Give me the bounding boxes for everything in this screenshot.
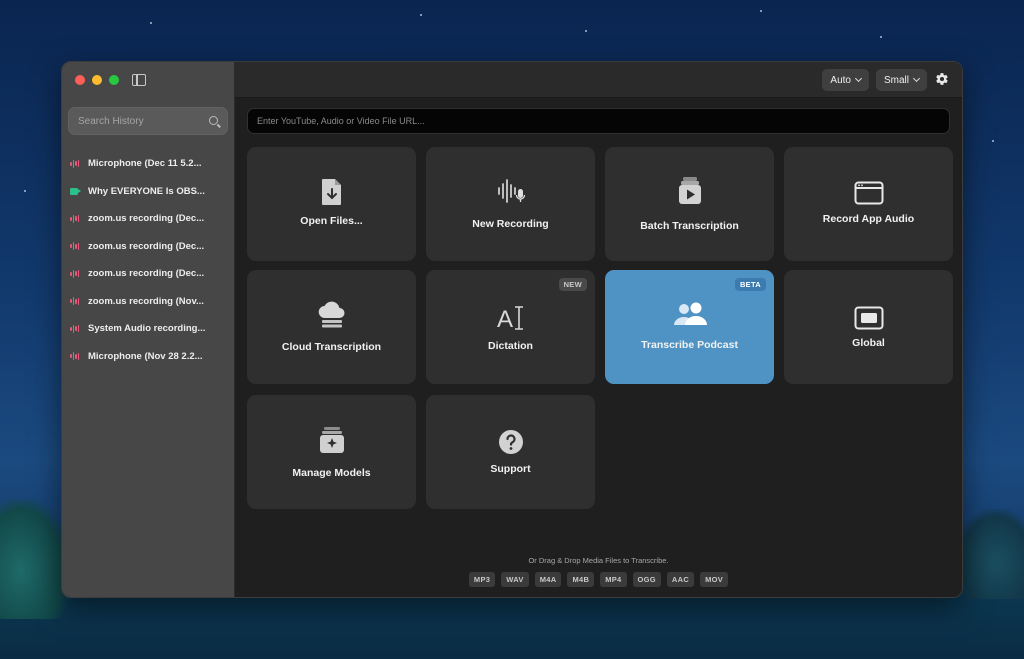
search-history-input[interactable]: [69, 108, 227, 134]
tile-label: Dictation: [488, 340, 533, 352]
supported-formats: MP3 WAV M4A M4B MP4 OGG AAC MOV: [235, 572, 962, 587]
history-item[interactable]: Why EVERYONE Is OBS...: [62, 178, 234, 206]
history-item[interactable]: zoom.us recording (Dec...: [62, 205, 234, 233]
wallpaper-star: [420, 14, 422, 16]
format-badge: AAC: [666, 572, 695, 587]
history-list: Microphone (Dec 11 5.2... Why EVERYONE I…: [62, 150, 234, 370]
wallpaper-star: [880, 36, 882, 38]
sparkle-stack-icon: [319, 427, 344, 453]
tile-label: Manage Models: [292, 467, 371, 479]
history-item-label: zoom.us recording (Dec...: [88, 268, 205, 280]
cloud-server-icon: [318, 301, 344, 328]
history-item-label: zoom.us recording (Dec...: [88, 240, 205, 252]
model-dropdown-value: Small: [883, 74, 909, 86]
text-cursor-icon: A: [497, 306, 523, 331]
waveform-icon: [70, 242, 80, 251]
tile-open-files[interactable]: Open Files...: [247, 147, 416, 261]
format-badge: OGG: [632, 572, 661, 587]
stacked-play-icon: [678, 177, 701, 204]
app-window-icon: [854, 181, 883, 205]
wallpaper-star: [150, 22, 152, 24]
language-dropdown-value: Auto: [830, 74, 851, 86]
format-badge: MP3: [468, 572, 496, 587]
zoom-window-button[interactable]: [109, 75, 119, 85]
history-item[interactable]: zoom.us recording (Dec...: [62, 233, 234, 261]
search-history-field: [68, 107, 228, 135]
wallpaper-island-right: [954, 509, 1024, 599]
waveform-icon: [70, 324, 80, 333]
close-window-button[interactable]: [75, 75, 85, 85]
format-badge: MOV: [700, 572, 729, 587]
history-item-label: Microphone (Nov 28 2.2...: [88, 350, 203, 362]
sidebar: Microphone (Dec 11 5.2... Why EVERYONE I…: [62, 62, 235, 597]
tile-label: New Recording: [472, 218, 549, 230]
waveform-icon: [70, 159, 80, 168]
wallpaper-star: [992, 140, 994, 142]
tile-transcribe-podcast[interactable]: BETA Transcribe Podcast: [605, 270, 774, 384]
model-dropdown[interactable]: Small: [875, 69, 927, 91]
waveform-icon: [70, 297, 80, 306]
tile-record-app-audio[interactable]: Record App Audio: [784, 147, 953, 261]
language-dropdown[interactable]: Auto: [822, 69, 869, 91]
tile-label: Support: [490, 463, 531, 475]
format-badge: M4B: [567, 572, 595, 587]
new-badge: NEW: [558, 278, 587, 291]
sidebar-toggle-icon[interactable]: [132, 74, 146, 86]
file-download-icon: [321, 179, 341, 205]
wallpaper-island-left: [0, 499, 70, 619]
chevron-down-icon: [912, 74, 921, 83]
format-badge: WAV: [501, 572, 529, 587]
waveform-icon: [70, 352, 80, 361]
svg-text:A: A: [497, 306, 513, 331]
video-icon: [70, 187, 81, 195]
tile-label: Cloud Transcription: [281, 341, 382, 353]
window-controls: [75, 75, 119, 85]
waveform-icon: [70, 269, 80, 278]
history-item[interactable]: Microphone (Dec 11 5.2...: [62, 150, 234, 178]
display-icon: [854, 306, 883, 330]
tile-cloud-transcription[interactable]: Cloud Transcription: [247, 270, 416, 384]
wallpaper-star: [585, 30, 587, 32]
tile-global[interactable]: Global: [784, 270, 953, 384]
history-item-label: Why EVERYONE Is OBS...: [88, 185, 205, 197]
drag-drop-hint: Or Drag & Drop Media Files to Transcribe…: [528, 556, 669, 565]
tile-label: Transcribe Podcast: [641, 339, 738, 351]
format-badge: M4A: [534, 572, 562, 587]
wallpaper-star: [24, 190, 26, 192]
search-icon[interactable]: [209, 116, 218, 125]
url-field: [247, 108, 950, 134]
tile-label: Batch Transcription: [640, 220, 739, 232]
people-icon: [673, 302, 707, 325]
history-item[interactable]: Microphone (Nov 28 2.2...: [62, 343, 234, 371]
history-item[interactable]: System Audio recording...: [62, 315, 234, 343]
chevron-down-icon: [854, 74, 863, 83]
wallpaper-star: [760, 10, 762, 12]
tile-new-recording[interactable]: New Recording: [426, 147, 595, 261]
gear-icon[interactable]: [935, 72, 949, 86]
toolbar: Auto Small: [235, 62, 962, 98]
main-panel: Auto Small Open Files...: [235, 62, 962, 597]
url-input[interactable]: [248, 109, 949, 133]
tile-label: Record App Audio: [822, 213, 915, 225]
waveform-mic-icon: [497, 179, 525, 203]
history-item[interactable]: zoom.us recording (Nov...: [62, 288, 234, 316]
question-icon: [498, 430, 523, 454]
minimize-window-button[interactable]: [92, 75, 102, 85]
history-item-label: Microphone (Dec 11 5.2...: [88, 158, 202, 170]
history-item-label: zoom.us recording (Dec...: [88, 213, 205, 225]
format-badge: MP4: [600, 572, 627, 587]
history-item-label: zoom.us recording (Nov...: [88, 295, 204, 307]
waveform-icon: [70, 214, 80, 223]
tile-manage-models[interactable]: Manage Models: [247, 395, 416, 509]
tile-support[interactable]: Support: [426, 395, 595, 509]
tile-label: Global: [852, 337, 885, 349]
tile-label: Open Files...: [300, 215, 363, 227]
beta-badge: BETA: [734, 278, 766, 291]
tile-batch-transcription[interactable]: Batch Transcription: [605, 147, 774, 261]
tile-dictation[interactable]: NEW A Dictation: [426, 270, 595, 384]
app-window: Microphone (Dec 11 5.2... Why EVERYONE I…: [61, 61, 963, 598]
history-item[interactable]: zoom.us recording (Dec...: [62, 260, 234, 288]
history-item-label: System Audio recording...: [88, 323, 206, 335]
